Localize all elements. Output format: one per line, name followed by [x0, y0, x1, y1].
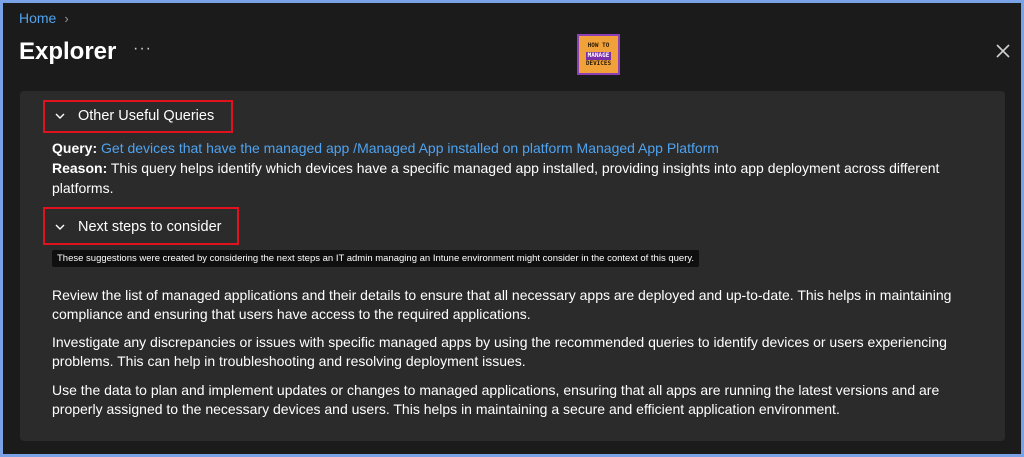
- query-link[interactable]: Get devices that have the managed app /M…: [101, 140, 719, 156]
- query-line: Query: Get devices that have the managed…: [52, 138, 719, 158]
- query-label: Query:: [52, 140, 98, 156]
- reason-line: Reason: This query helps identify which …: [52, 158, 939, 178]
- reason-text: This query helps identify which devices …: [110, 160, 940, 176]
- logo-text-middle: MANAGE: [585, 51, 612, 60]
- paragraph-3-line-2: properly assigned to the necessary devic…: [52, 401, 840, 417]
- section-toggle-next-steps[interactable]: Next steps to consider: [54, 219, 221, 235]
- chevron-down-icon: [55, 224, 65, 230]
- suggestions-note: These suggestions were created by consid…: [52, 250, 700, 267]
- section-label: Next steps to consider: [78, 219, 222, 235]
- logo-text-bottom: DEVICES: [585, 59, 612, 67]
- reason-line-2: platforms.: [52, 180, 114, 196]
- paragraph-1-line-2: compliance and ensuring that users have …: [52, 306, 531, 322]
- more-options-button[interactable]: ···: [133, 40, 152, 58]
- logo-text-top: HOW TO: [587, 41, 610, 49]
- paragraph-1-line-1: Review the list of managed applications …: [52, 287, 952, 303]
- section-toggle-other-queries[interactable]: Other Useful Queries: [54, 108, 214, 124]
- paragraph-2-line-1: Investigate any discrepancies or issues …: [52, 334, 947, 350]
- page-title: Explorer: [19, 38, 117, 65]
- close-icon[interactable]: [994, 42, 1012, 60]
- reason-label: Reason:: [52, 160, 108, 176]
- paragraph-2-line-2: problems. This can help in troubleshooti…: [52, 353, 526, 369]
- chevron-down-icon: [55, 113, 65, 119]
- section-label: Other Useful Queries: [78, 108, 215, 124]
- chevron-right-icon: ›: [64, 10, 69, 26]
- breadcrumb: Home ›: [19, 10, 69, 26]
- logo: HOW TO MANAGE DEVICES: [577, 34, 620, 75]
- scrolled-content-edge: [20, 78, 1005, 91]
- breadcrumb-home-link[interactable]: Home: [19, 10, 56, 26]
- paragraph-3-line-1: Use the data to plan and implement updat…: [52, 382, 940, 398]
